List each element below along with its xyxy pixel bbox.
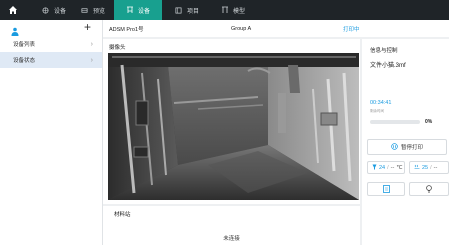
nozzle-temp-target: -- bbox=[390, 164, 395, 171]
globe-icon bbox=[42, 6, 50, 14]
pause-icon bbox=[391, 142, 398, 152]
tab-label: 模型 bbox=[232, 8, 245, 15]
sidebar-item-device-status[interactable]: 设备状态 › bbox=[0, 52, 102, 68]
tab-model[interactable]: 模型 bbox=[216, 0, 250, 20]
print-state-badge: 打印中 bbox=[343, 26, 360, 33]
tab-label: 设备 bbox=[137, 8, 150, 15]
nozzle-temp-unit: ℃ bbox=[396, 164, 403, 171]
file-button[interactable] bbox=[367, 182, 405, 196]
pause-print-button[interactable]: 暂停打印 bbox=[367, 139, 447, 155]
printer-icon bbox=[126, 6, 134, 14]
top-nav-bar: 设备 预览 设备 项目 模型 bbox=[0, 0, 449, 20]
file-icon bbox=[382, 180, 390, 198]
add-icon[interactable]: + bbox=[84, 21, 91, 33]
tab-devices[interactable]: 设备 bbox=[28, 0, 80, 20]
material-station-panel: 材料站 未连接 bbox=[103, 206, 360, 245]
light-button[interactable] bbox=[409, 182, 449, 196]
heatbed-icon bbox=[414, 164, 420, 172]
project-icon bbox=[175, 6, 183, 14]
tab-label: 项目 bbox=[186, 8, 199, 15]
material-station-title: 材料站 bbox=[114, 212, 131, 218]
device-name: ADSM Pro1号 bbox=[109, 26, 144, 33]
nozzle-temperature[interactable]: 24 / -- ℃ bbox=[367, 161, 405, 174]
print-file-name: 文件小猫.3mf bbox=[370, 63, 406, 69]
remaining-time-label: 剩余时间 bbox=[370, 109, 384, 113]
model-icon bbox=[221, 6, 229, 14]
sidebar-item-label: 设备列表 bbox=[13, 42, 36, 48]
printer-chamber-image bbox=[108, 53, 359, 200]
sidebar-item-label: 设备状态 bbox=[13, 58, 36, 64]
camera-title: 摄像头 bbox=[109, 45, 126, 51]
tab-preview[interactable]: 预览 bbox=[78, 0, 108, 20]
layers-icon bbox=[81, 6, 89, 14]
bed-temperature[interactable]: 25 / -- bbox=[409, 161, 449, 174]
device-group: Group A bbox=[231, 25, 252, 32]
pause-print-label: 暂停打印 bbox=[400, 145, 423, 151]
camera-feed bbox=[108, 53, 359, 200]
print-progress-percent: 0% bbox=[425, 119, 433, 125]
user-icon[interactable] bbox=[11, 23, 19, 36]
sidebar: + 设备列表 › 设备状态 › bbox=[0, 20, 103, 245]
camera-panel: 摄像头 bbox=[103, 39, 360, 204]
remaining-time: 00:34:41 bbox=[370, 100, 392, 106]
lightbulb-icon bbox=[426, 180, 432, 198]
chevron-right-icon: › bbox=[90, 40, 93, 48]
material-station-status: 未连接 bbox=[223, 236, 240, 242]
tab-label: 预览 bbox=[92, 8, 105, 15]
nozzle-temp-value: 24 bbox=[379, 164, 386, 171]
main-content: ADSM Pro1号 Group A 打印中 摄像头 材料站 未连接 信息与控制… bbox=[103, 20, 449, 245]
nozzle-icon bbox=[372, 164, 377, 172]
tab-device-active[interactable]: 设备 bbox=[114, 0, 162, 20]
info-control-panel: 信息与控制 文件小猫.3mf 00:34:41 剩余时间 0% 暂停打印 24 … bbox=[362, 39, 449, 245]
info-control-title: 信息与控制 bbox=[370, 48, 398, 54]
sidebar-header: + bbox=[0, 20, 102, 36]
chevron-right-icon: › bbox=[90, 56, 93, 64]
tab-label: 设备 bbox=[53, 8, 66, 15]
bed-temp-value: 25 bbox=[422, 164, 429, 171]
sidebar-item-device-list[interactable]: 设备列表 › bbox=[0, 36, 102, 52]
device-status-bar: ADSM Pro1号 Group A 打印中 bbox=[103, 20, 449, 37]
bed-temp-target: -- bbox=[433, 164, 438, 171]
tab-project[interactable]: 项目 bbox=[172, 0, 202, 20]
print-progress-bar bbox=[370, 120, 420, 124]
home-icon[interactable] bbox=[7, 4, 19, 16]
